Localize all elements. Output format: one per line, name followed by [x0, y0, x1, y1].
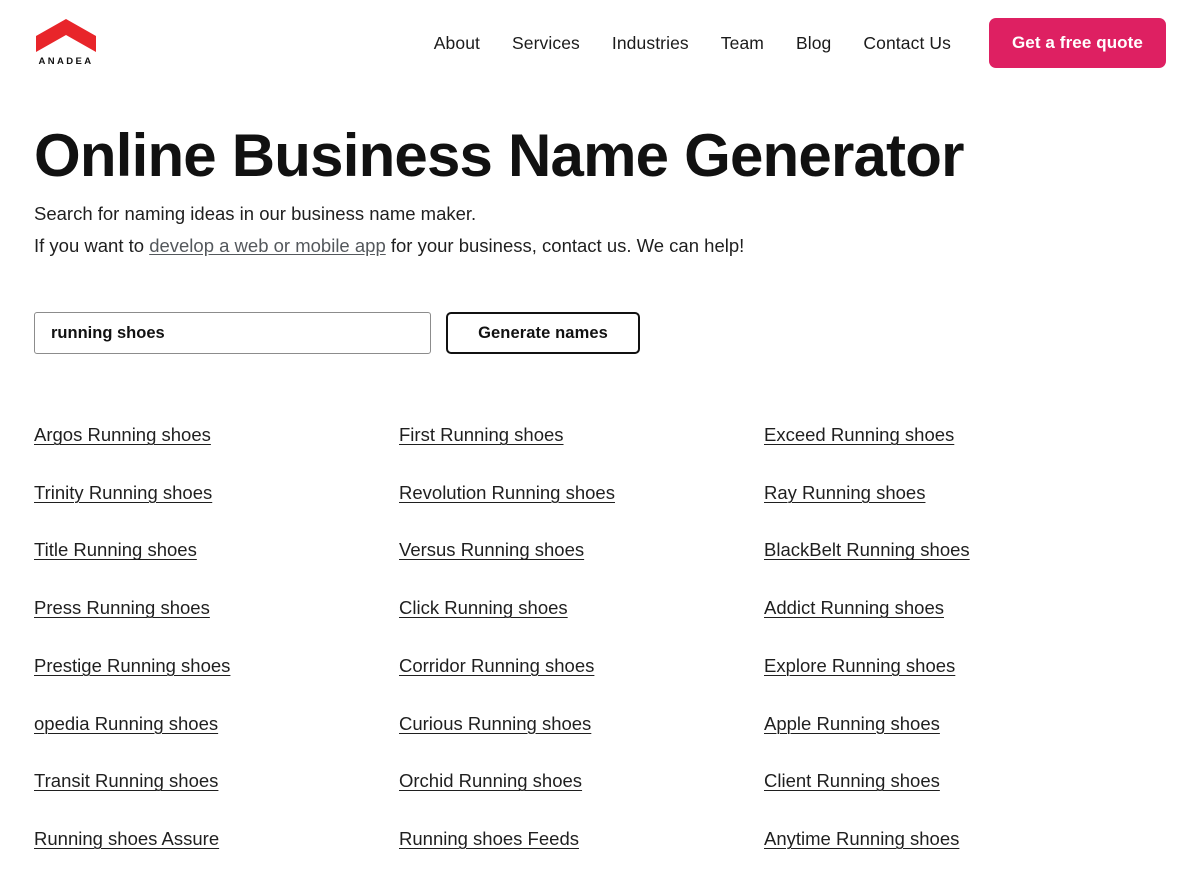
results-column-1: Argos Running shoes Trinity Running shoe… — [34, 424, 399, 883]
hero-subtitle-line-1: Search for naming ideas in our business … — [34, 202, 477, 224]
results-column-2: First Running shoes Revolution Running s… — [399, 424, 764, 883]
nav-item-blog[interactable]: Blog — [780, 33, 847, 54]
result-item[interactable]: First Running shoes — [399, 424, 564, 446]
result-item[interactable]: Addict Running shoes — [764, 597, 944, 619]
brand-logo-link[interactable]: ANADEA — [34, 19, 98, 67]
result-item[interactable]: opedia Running shoes — [34, 713, 218, 735]
result-item[interactable]: Argos Running shoes — [34, 424, 211, 446]
result-item[interactable]: Click Running shoes — [399, 597, 568, 619]
hero-subtitle-prefix: If you want to — [34, 235, 150, 257]
results-column-3: Exceed Running shoes Ray Running shoes B… — [764, 424, 1166, 883]
hero-subtitle-suffix: for your business, contact us. We can he… — [385, 235, 745, 257]
anadea-chevron-icon — [36, 19, 96, 53]
result-item[interactable]: Running shoes Feeds — [399, 828, 579, 850]
result-item[interactable]: Corridor Running shoes — [399, 655, 594, 677]
result-item[interactable]: Exceed Running shoes — [764, 424, 954, 446]
page-root: ANADEA About Services Industries Team Bl… — [0, 0, 1200, 883]
develop-app-link[interactable]: develop a web or mobile app — [149, 235, 386, 256]
result-item[interactable]: Title Running shoes — [34, 539, 197, 561]
site-header: ANADEA About Services Industries Team Bl… — [0, 0, 1200, 86]
result-item[interactable]: Revolution Running shoes — [399, 482, 615, 504]
result-item[interactable]: Running shoes Assure — [34, 828, 219, 850]
main-nav: About Services Industries Team Blog Cont… — [418, 33, 967, 54]
header-nav-wrap: About Services Industries Team Blog Cont… — [98, 18, 1166, 68]
result-item[interactable]: Versus Running shoes — [399, 539, 584, 561]
nav-item-industries[interactable]: Industries — [596, 33, 705, 54]
generated-names-results: Argos Running shoes Trinity Running shoe… — [0, 424, 1200, 883]
result-item[interactable]: Client Running shoes — [764, 770, 940, 792]
result-item[interactable]: Anytime Running shoes — [764, 828, 959, 850]
get-a-free-quote-button[interactable]: Get a free quote — [988, 18, 1166, 68]
nav-item-about[interactable]: About — [418, 33, 496, 54]
nav-item-team[interactable]: Team — [705, 33, 780, 54]
result-item[interactable]: Trinity Running shoes — [34, 482, 212, 504]
result-item[interactable]: Explore Running shoes — [764, 655, 955, 677]
result-item[interactable]: Apple Running shoes — [764, 713, 940, 735]
result-item[interactable]: Prestige Running shoes — [34, 655, 230, 677]
hero-section: Online Business Name Generator Search fo… — [0, 86, 1200, 260]
nav-item-contact-us[interactable]: Contact Us — [847, 33, 967, 54]
result-item[interactable]: Press Running shoes — [34, 597, 210, 619]
generate-names-button[interactable]: Generate names — [446, 312, 640, 355]
keyword-search-input[interactable] — [34, 312, 431, 355]
result-item[interactable]: Ray Running shoes — [764, 482, 925, 504]
result-item[interactable]: Transit Running shoes — [34, 770, 218, 792]
nav-item-services[interactable]: Services — [496, 33, 596, 54]
brand-wordmark: ANADEA — [38, 56, 94, 68]
page-title: Online Business Name Generator — [34, 122, 964, 189]
result-item[interactable]: Orchid Running shoes — [399, 770, 582, 792]
search-section: Generate names — [0, 312, 1200, 355]
result-item[interactable]: BlackBelt Running shoes — [764, 539, 970, 561]
result-item[interactable]: Curious Running shoes — [399, 713, 591, 735]
hero-subtitle-line-2: If you want to develop a web or mobile a… — [34, 232, 1166, 260]
